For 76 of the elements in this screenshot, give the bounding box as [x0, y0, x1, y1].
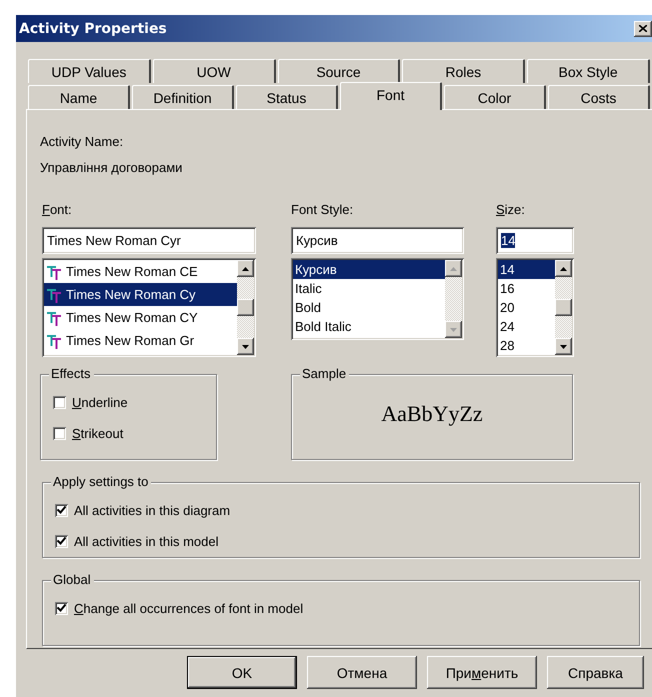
scroll-down-button[interactable] [555, 338, 572, 355]
check-icon [57, 506, 66, 515]
down-arrow-icon [560, 344, 567, 348]
check-icon [57, 537, 66, 546]
checkbox[interactable] [53, 396, 66, 409]
field-label: Activity Name: [40, 134, 124, 150]
font-item[interactable]: Times New Roman Gr [44, 329, 237, 352]
font-item[interactable]: Times New Roman CY [44, 306, 237, 329]
font-list[interactable]: Times New Roman CE Times New Roman Cy Times New Roman CY Times New Roman Gr [42, 258, 256, 357]
scrollbar-thumb[interactable] [237, 299, 254, 316]
field-label: Font: [42, 202, 72, 218]
scroll-down-button[interactable] [237, 338, 254, 355]
checkbox[interactable] [55, 602, 68, 615]
tab[interactable]: Status [236, 85, 338, 109]
up-arrow-icon [242, 266, 249, 270]
style-item[interactable]: Курсив [293, 260, 445, 279]
sample-text: AaBbYyZz [380, 400, 484, 427]
tab[interactable]: UDP Values [28, 59, 151, 83]
dialog-button[interactable]: Применить [427, 656, 537, 689]
tab[interactable]: Costs [548, 85, 650, 109]
dialog-button[interactable]: OK [187, 656, 297, 689]
font-item[interactable]: Times New Roman Cy [44, 283, 237, 306]
group-title: Sample [300, 366, 350, 382]
dialog-button[interactable]: Отмена [307, 656, 417, 689]
checkbox-label[interactable]: All activities in this model [74, 534, 218, 549]
checkbox-label[interactable]: Strikeout [72, 426, 124, 441]
activity-name: Управління договорами [40, 160, 184, 176]
style-item[interactable]: Bold [293, 298, 445, 317]
check-icon [57, 604, 66, 613]
size-item[interactable]: 24 [498, 317, 555, 336]
group-title: Apply settings to [51, 474, 152, 490]
tab[interactable]: Font [340, 82, 442, 110]
tab[interactable]: UOW [152, 59, 276, 83]
style-item[interactable]: Italic [293, 279, 445, 298]
truetype-icon [46, 286, 62, 302]
field-label: Size: [496, 202, 525, 218]
close-button[interactable] [634, 20, 652, 36]
tab[interactable]: Box Style [527, 59, 650, 83]
truetype-icon [46, 310, 62, 326]
down-arrow-icon [242, 344, 249, 348]
up-arrow-icon [450, 266, 457, 270]
size-list[interactable]: 14 16 20 24 28 [496, 258, 574, 357]
tab[interactable]: Definition [132, 85, 234, 109]
size-item[interactable]: 16 [498, 279, 555, 298]
field-label: Font Style: [291, 202, 354, 218]
window-title: Activity Properties [19, 20, 167, 36]
close-icon [639, 25, 647, 32]
truetype-icon [46, 264, 62, 280]
checkbox-label[interactable]: All activities in this diagram [74, 503, 230, 518]
tab[interactable]: Roles [402, 59, 526, 83]
truetype-icon [46, 332, 62, 348]
style-list[interactable]: Курсив Italic Bold Bold Italic [291, 258, 464, 340]
size-item[interactable]: 28 [498, 336, 555, 355]
size-field[interactable]: 14 [496, 227, 574, 254]
size-item[interactable]: 20 [498, 298, 555, 317]
scroll-up-button[interactable] [237, 260, 254, 277]
scrollbar[interactable] [237, 260, 254, 355]
tab[interactable]: Name [28, 85, 130, 109]
style-item[interactable]: Bold Italic [293, 317, 445, 336]
dialog-button[interactable]: Справка [547, 656, 644, 689]
checkbox-label[interactable]: Underline [72, 395, 128, 410]
scroll-up-button[interactable] [555, 260, 572, 277]
style-field[interactable]: Курсив [291, 227, 464, 254]
scrollbar[interactable] [555, 260, 572, 355]
tab[interactable]: Color [444, 85, 546, 109]
font-field[interactable]: Times New Roman Cyr [42, 227, 256, 254]
size-item[interactable]: 14 [498, 260, 555, 279]
up-arrow-icon [560, 266, 567, 270]
checkbox[interactable] [55, 504, 68, 517]
tab[interactable]: Source [278, 59, 400, 83]
scrollbar-thumb[interactable] [555, 299, 572, 316]
checkbox-label[interactable]: Change all occurrences of font in model [74, 601, 304, 616]
font-item[interactable]: Times New Roman CE [44, 260, 237, 283]
checkbox[interactable] [55, 535, 68, 548]
down-arrow-icon [450, 328, 457, 332]
checkbox[interactable] [53, 427, 66, 440]
